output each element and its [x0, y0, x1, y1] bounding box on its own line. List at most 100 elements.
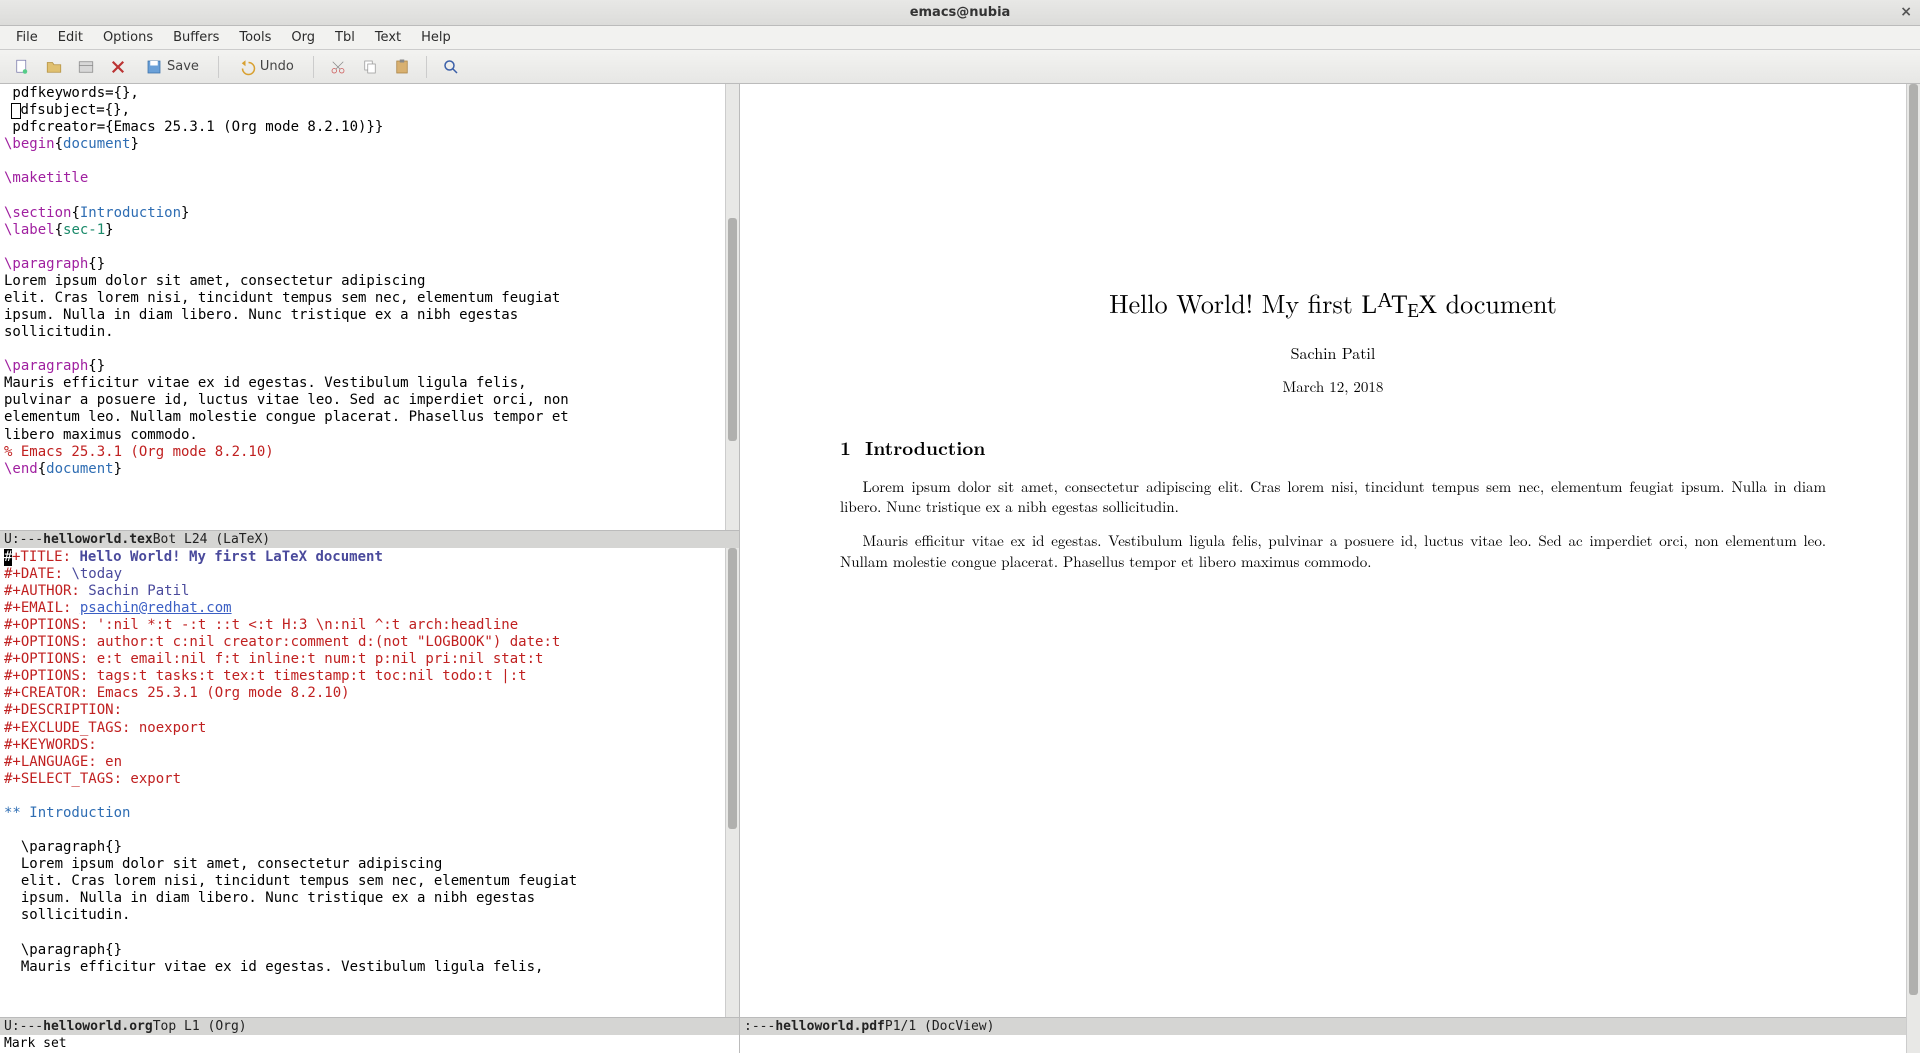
menu-text[interactable]: Text — [365, 27, 411, 48]
modeline-info: P1/1 (DocView) — [885, 1019, 995, 1034]
modeline-filename: helloworld.tex — [43, 532, 153, 547]
modeline-pdf[interactable]: :--- helloworld.pdf P1/1 (DocView) — [740, 1017, 1906, 1035]
toolbar-separator — [313, 56, 314, 78]
toolbar-separator — [426, 56, 427, 78]
toolbar-save-label: Save — [167, 59, 199, 74]
menu-buffers[interactable]: Buffers — [163, 27, 229, 48]
org-option: #+LANGUAGE: en — [4, 754, 122, 770]
menu-org[interactable]: Org — [281, 27, 325, 48]
latex-keyword: \label — [4, 222, 55, 238]
modeline-status: U:--- — [4, 1019, 43, 1034]
menu-tools[interactable]: Tools — [229, 27, 281, 48]
menu-tbl[interactable]: Tbl — [325, 27, 365, 48]
toolbar-save-button[interactable]: Save — [136, 54, 208, 80]
org-key: #+EMAIL: — [4, 600, 80, 616]
toolbar-cut-icon[interactable] — [324, 54, 352, 80]
code-comment: % Emacs 25.3.1 (Org mode 8.2.10) — [4, 444, 274, 460]
pdf-title-text: document — [1437, 284, 1557, 321]
editor-tex[interactable]: pdfkeywords={}, dfsubject={}, pdfcreator… — [0, 84, 725, 530]
org-option: #+OPTIONS: tags:t tasks:t tex:t timestam… — [4, 668, 527, 684]
toolbar-kill-buffer-icon[interactable] — [104, 54, 132, 80]
modeline-filename: helloworld.pdf — [775, 1019, 885, 1034]
org-option: #+EXCLUDE_TAGS: noexport — [4, 720, 206, 736]
menu-options[interactable]: Options — [93, 27, 163, 48]
pdf-preview[interactable]: Hello World! My first LATEX document Sac… — [740, 84, 1906, 1017]
org-value: Sachin Patil — [88, 583, 189, 599]
menu-file[interactable]: File — [6, 27, 48, 48]
code-line: \paragraph{} — [4, 942, 122, 958]
modeline-org[interactable]: U:--- helloworld.org Top L1 (Org) — [0, 1017, 739, 1035]
pdf-section-heading: 1 Introduction — [840, 433, 1826, 461]
scrollbar-pdf[interactable] — [1906, 84, 1920, 1053]
latex-keyword: \paragraph — [4, 256, 88, 272]
org-option: #+OPTIONS: author:t c:nil creator:commen… — [4, 634, 560, 650]
minibuffer[interactable]: Mark set — [0, 1035, 739, 1053]
code-line: \paragraph{} — [4, 839, 122, 855]
latex-keyword: \maketitle — [4, 170, 88, 186]
org-option: #+OPTIONS: e:t email:nil f:t inline:t nu… — [4, 651, 543, 667]
toolbar-search-icon[interactable] — [437, 54, 465, 80]
toolbar-undo-label: Undo — [260, 59, 294, 74]
org-value: \today — [71, 566, 122, 582]
org-key: #+DATE: — [4, 566, 71, 582]
toolbar-open-icon[interactable] — [40, 54, 68, 80]
toolbar-paste-icon[interactable] — [388, 54, 416, 80]
scrollbar-thumb[interactable] — [728, 548, 737, 830]
latex-keyword: \begin — [4, 136, 55, 152]
org-option: #+SELECT_TAGS: export — [4, 771, 181, 787]
minibuffer-right — [740, 1035, 1906, 1053]
paragraph-text: Mauris efficitur vitae ex id egestas. Ve… — [4, 959, 543, 975]
latex-arg: sec-1 — [63, 222, 105, 238]
paragraph-text: Lorem ipsum dolor sit amet, consectetur … — [4, 273, 560, 340]
paragraph-text: Lorem ipsum dolor sit amet, consectetur … — [4, 856, 577, 923]
org-email: psachin@redhat.com — [80, 600, 232, 616]
pdf-title: Hello World! My first LATEX document — [840, 284, 1826, 323]
scrollbar-thumb[interactable] — [728, 218, 737, 441]
code-line: pdfcreator={Emacs 25.3.1 (Org mode 8.2.1… — [4, 119, 383, 135]
modeline-status: U:--- — [4, 532, 43, 547]
modeline-info: Top L1 (Org) — [153, 1019, 247, 1034]
org-option: #+KEYWORDS: — [4, 737, 97, 753]
scrollbar-thumb[interactable] — [1909, 84, 1918, 995]
pdf-section-title: Introduction — [865, 433, 985, 461]
right-column: Hello World! My first LATEX document Sac… — [740, 84, 1920, 1053]
code-line — [4, 102, 12, 118]
latex-keyword: \end — [4, 461, 38, 477]
pdf-date: March 12, 2018 — [840, 376, 1826, 397]
main-area: pdfkeywords={}, dfsubject={}, pdfcreator… — [0, 84, 1920, 1053]
point-marker: # — [4, 549, 12, 566]
org-option: #+OPTIONS: ':nil *:t -:t ::t <:t H:3 \n:… — [4, 617, 518, 633]
pdf-author: Sachin Patil — [840, 341, 1826, 364]
org-option: #+DESCRIPTION: — [4, 702, 122, 718]
code-line: dfsubject={}, — [20, 102, 130, 118]
code-line: pdfkeywords={}, — [4, 85, 139, 101]
toolbar-new-icon[interactable] — [8, 54, 36, 80]
org-option: #+CREATOR: Emacs 25.3.1 (Org mode 8.2.10… — [4, 685, 350, 701]
pdf-section-number: 1 — [840, 433, 851, 461]
left-column: pdfkeywords={}, dfsubject={}, pdfcreator… — [0, 84, 740, 1053]
toolbar-separator — [218, 56, 219, 78]
menubar: File Edit Options Buffers Tools Org Tbl … — [0, 26, 1920, 50]
modeline-status: :--- — [744, 1019, 775, 1034]
window-title: emacs@nubia — [910, 5, 1011, 20]
toolbar-dired-icon[interactable] — [72, 54, 100, 80]
org-key: #+AUTHOR: — [4, 583, 88, 599]
modeline-filename: helloworld.org — [43, 1019, 153, 1034]
modeline-tex[interactable]: U:--- helloworld.tex Bot L24 (LaTeX) — [0, 530, 739, 548]
scrollbar-org[interactable] — [725, 548, 739, 1017]
toolbar-undo-button[interactable]: Undo — [229, 54, 303, 80]
toolbar: Save Undo — [0, 50, 1920, 84]
latex-keyword: \paragraph — [4, 358, 88, 374]
menu-edit[interactable]: Edit — [48, 27, 93, 48]
latex-arg: Introduction — [80, 205, 181, 221]
window-close-button[interactable]: × — [1900, 4, 1912, 20]
pdf-paragraph: Lorem ipsum dolor sit amet, consectetur … — [840, 477, 1826, 518]
latex-keyword: \section — [4, 205, 71, 221]
menu-help[interactable]: Help — [411, 27, 461, 48]
pdf-paragraph: Mauris efficitur vitae ex id egestas. Ve… — [840, 531, 1826, 572]
editor-org[interactable]: #+TITLE: Hello World! My first LaTeX doc… — [0, 548, 725, 1017]
toolbar-copy-icon[interactable] — [356, 54, 384, 80]
scrollbar-tex[interactable] — [725, 84, 739, 530]
modeline-info: Bot L24 (LaTeX) — [153, 532, 270, 547]
pdf-title-text: Hello World! My first — [1109, 284, 1361, 321]
